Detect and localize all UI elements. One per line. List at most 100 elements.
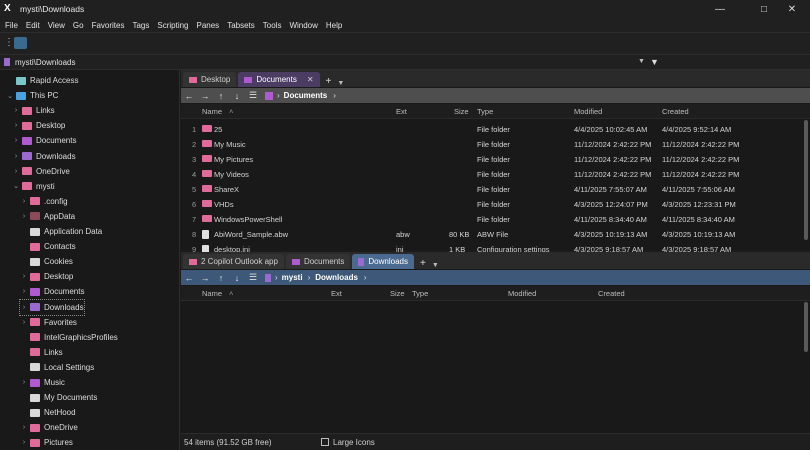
- tab-desktop[interactable]: Desktop: [183, 72, 237, 87]
- col-name[interactable]: Name: [202, 107, 222, 116]
- file-row[interactable]: 4 My Videos File folder 11/12/2024 2:42:22 …: [181, 167, 801, 182]
- status-view-mode[interactable]: Large Icons: [333, 438, 375, 447]
- expand-chevron-icon[interactable]: ›: [20, 439, 28, 446]
- menu-item[interactable]: Window: [289, 21, 317, 30]
- tab-downloads[interactable]: Downloads: [352, 254, 414, 269]
- tree-item[interactable]: ⌄ mysti: [12, 179, 55, 194]
- tree-item[interactable]: Contacts: [20, 239, 76, 254]
- tree-item[interactable]: › Documents: [12, 133, 77, 148]
- tree-item[interactable]: › AppData: [20, 209, 75, 224]
- expand-chevron-icon[interactable]: ›: [20, 273, 28, 280]
- col-ext[interactable]: Ext: [396, 107, 407, 116]
- tree-item[interactable]: › OneDrive: [12, 164, 70, 179]
- toolbar-icon[interactable]: [14, 37, 27, 49]
- tab-copilot-outlook[interactable]: 2 Copilot Outlook app: [183, 254, 284, 269]
- col-modified[interactable]: Modified: [508, 289, 536, 298]
- tree-item[interactable]: ⌄ This PC: [6, 88, 58, 103]
- file-row[interactable]: 3 My Pictures File folder 11/12/2024 2:42:2…: [181, 152, 801, 167]
- tab-dropdown-icon[interactable]: ▼: [337, 80, 344, 87]
- expand-chevron-icon[interactable]: ›: [12, 122, 20, 129]
- forward-icon[interactable]: →: [197, 91, 213, 101]
- tree-item[interactable]: › Favorites: [20, 315, 77, 330]
- tree-item[interactable]: Links: [20, 345, 63, 360]
- lower-scrollbar[interactable]: [804, 302, 808, 352]
- tree-item[interactable]: NetHood: [20, 405, 76, 420]
- add-tab-icon[interactable]: +: [420, 258, 426, 269]
- file-row[interactable]: 7 WindowsPowerShell File folder 4/11/2025 8…: [181, 212, 801, 227]
- menu-item[interactable]: Go: [73, 21, 84, 30]
- menu-item[interactable]: File: [5, 21, 18, 30]
- address-dropdown-icon[interactable]: ▼: [638, 58, 645, 65]
- up-icon[interactable]: ↑: [213, 91, 229, 101]
- tab-documents[interactable]: Documents ✕: [238, 72, 320, 87]
- file-row[interactable]: 1 25 File folder 4/4/2025 10:02:45 AM 4/4/20…: [181, 122, 801, 137]
- tree-item[interactable]: My Documents: [20, 390, 97, 405]
- tree-item[interactable]: › OneDrive: [20, 420, 78, 435]
- col-size[interactable]: Size: [390, 289, 405, 298]
- tree-item[interactable]: › Desktop: [12, 118, 66, 133]
- file-row[interactable]: 2 My Music File folder 11/12/2024 2:42:22 P…: [181, 137, 801, 152]
- tree-item[interactable]: › Downloads: [19, 298, 85, 316]
- tree-item[interactable]: Application Data: [20, 224, 102, 239]
- down-icon[interactable]: ↓: [229, 273, 245, 283]
- tree-item[interactable]: › Links: [12, 103, 55, 118]
- tree-item[interactable]: Rapid Access: [6, 73, 78, 88]
- expand-chevron-icon[interactable]: ›: [12, 168, 20, 175]
- tree-item[interactable]: Local Settings: [20, 360, 94, 375]
- expand-chevron-icon[interactable]: ›: [12, 153, 20, 160]
- up-icon[interactable]: ↑: [213, 273, 229, 283]
- menu-item[interactable]: Favorites: [92, 21, 125, 30]
- menu-item[interactable]: Edit: [26, 21, 40, 30]
- tab-dropdown-icon[interactable]: ▼: [432, 262, 439, 269]
- menu-item[interactable]: Scripting: [157, 21, 188, 30]
- tree-item[interactable]: Cookies: [20, 254, 73, 269]
- menu-item[interactable]: View: [48, 21, 65, 30]
- expand-chevron-icon[interactable]: ›: [20, 198, 28, 205]
- tree-item[interactable]: IntelGraphicsProfiles: [20, 330, 118, 345]
- expand-chevron-icon[interactable]: ›: [20, 424, 28, 431]
- col-size[interactable]: Size: [454, 107, 469, 116]
- tree-item[interactable]: › Pictures: [20, 435, 73, 450]
- down-icon[interactable]: ↓: [229, 91, 245, 101]
- menu-icon[interactable]: ☰: [245, 90, 261, 101]
- col-name[interactable]: Name: [202, 289, 222, 298]
- menu-icon[interactable]: ☰: [245, 272, 261, 283]
- expand-chevron-icon[interactable]: ›: [12, 137, 20, 144]
- expand-chevron-icon[interactable]: ⌄: [12, 182, 20, 190]
- breadcrumb-documents[interactable]: Documents: [284, 91, 328, 100]
- filter-icon[interactable]: ▼: [650, 57, 659, 67]
- expand-chevron-icon[interactable]: ›: [20, 319, 28, 326]
- expand-chevron-icon[interactable]: ›: [20, 304, 28, 311]
- col-type[interactable]: Type: [412, 289, 428, 298]
- menu-item[interactable]: Tools: [263, 21, 282, 30]
- file-row[interactable]: 5 ShareX File folder 4/11/2025 7:55:07 AM 4/…: [181, 182, 801, 197]
- back-icon[interactable]: ←: [181, 91, 197, 101]
- expand-chevron-icon[interactable]: ›: [20, 213, 28, 220]
- expand-chevron-icon[interactable]: ⌄: [6, 92, 14, 100]
- tree-item[interactable]: › Downloads: [12, 149, 76, 164]
- col-modified[interactable]: Modified: [574, 107, 602, 116]
- tree-item[interactable]: › Music: [20, 375, 65, 390]
- breadcrumb-downloads[interactable]: Downloads: [315, 273, 358, 282]
- col-ext[interactable]: Ext: [331, 289, 342, 298]
- col-type[interactable]: Type: [477, 107, 493, 116]
- tree-item[interactable]: › Documents: [20, 284, 85, 299]
- expand-chevron-icon[interactable]: ›: [20, 379, 28, 386]
- breadcrumb-mysti[interactable]: mysti: [282, 273, 303, 282]
- menu-item[interactable]: Help: [326, 21, 342, 30]
- address-bar[interactable]: mysti\Downloads ▼ ▼: [0, 54, 810, 70]
- tree-item[interactable]: › Desktop: [20, 269, 74, 284]
- upper-scrollbar[interactable]: [804, 120, 808, 240]
- minimize-button[interactable]: —: [702, 0, 738, 18]
- menu-item[interactable]: Tags: [132, 21, 149, 30]
- forward-icon[interactable]: →: [197, 273, 213, 283]
- menu-item[interactable]: Tabsets: [227, 21, 255, 30]
- menu-item[interactable]: Panes: [197, 21, 220, 30]
- close-button[interactable]: ✕: [774, 0, 810, 18]
- close-tab-icon[interactable]: ✕: [307, 75, 314, 84]
- back-icon[interactable]: ←: [181, 273, 197, 283]
- tab-documents[interactable]: Documents: [285, 254, 351, 269]
- col-created[interactable]: Created: [598, 289, 625, 298]
- expand-chevron-icon[interactable]: ›: [12, 107, 20, 114]
- expand-chevron-icon[interactable]: ›: [20, 288, 28, 295]
